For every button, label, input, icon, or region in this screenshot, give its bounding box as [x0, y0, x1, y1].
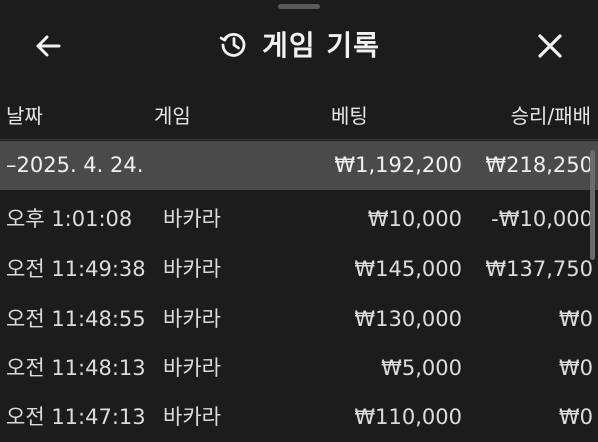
row-bet: ₩10,000 [367, 207, 462, 231]
row-time: 오전 11:48:13 [6, 356, 146, 380]
row-time: 오후 1:01:08 [6, 207, 133, 231]
row-bet: ₩145,000 [354, 257, 462, 281]
row-time: 오전 11:47:13 [6, 405, 146, 429]
date-group-row[interactable]: –2025. 4. 24. ₩1,192,200 ₩218,250 [0, 141, 598, 190]
row-time: 오전 11:49:38 [6, 257, 146, 281]
close-icon [538, 34, 562, 58]
history-icon [219, 33, 246, 57]
row-result: ₩137,750 [485, 257, 593, 281]
date-group-total-bet: ₩1,192,200 [334, 153, 462, 177]
table-row[interactable]: 오전 11:48:55 바카라 ₩130,000 ₩0 [0, 294, 598, 344]
row-result: ₩0 [558, 307, 593, 331]
row-game: 바카라 [163, 257, 221, 281]
row-game: 바카라 [163, 405, 221, 429]
row-result: ₩0 [558, 405, 593, 429]
row-result: ₩0 [558, 356, 593, 380]
row-game: 바카라 [163, 207, 221, 231]
close-button[interactable] [528, 24, 572, 68]
table-row[interactable]: 오전 11:48:13 바카라 ₩5,000 ₩0 [0, 343, 598, 393]
header: 게임 기록 [0, 0, 598, 88]
table-row[interactable]: 오전 11:49:38 바카라 ₩145,000 ₩137,750 [0, 244, 598, 294]
title-group: 게임 기록 [0, 22, 598, 66]
row-bet: ₩110,000 [354, 405, 462, 429]
column-header-game: 게임 [154, 104, 191, 128]
scrollbar[interactable] [590, 150, 595, 260]
column-header-result: 승리/패배 [510, 104, 591, 128]
date-group-label: –2025. 4. 24. [6, 153, 144, 177]
table-row[interactable]: 오후 1:01:08 바카라 ₩10,000 -₩10,000 [0, 194, 598, 244]
row-bet: ₩130,000 [354, 307, 462, 331]
header-divider [0, 139, 598, 140]
row-result: -₩10,000 [491, 207, 593, 231]
column-header-date: 날짜 [6, 104, 43, 128]
date-group-total-result: ₩218,250 [485, 153, 593, 177]
row-game: 바카라 [163, 307, 221, 331]
row-time: 오전 11:48:55 [6, 307, 146, 331]
row-bet: ₩5,000 [381, 356, 462, 380]
column-header-bet: 베팅 [331, 104, 368, 128]
table-row[interactable]: 오전 11:47:13 바카라 ₩110,000 ₩0 [0, 392, 598, 442]
page-title: 게임 기록 [262, 29, 380, 62]
row-game: 바카라 [163, 356, 221, 380]
